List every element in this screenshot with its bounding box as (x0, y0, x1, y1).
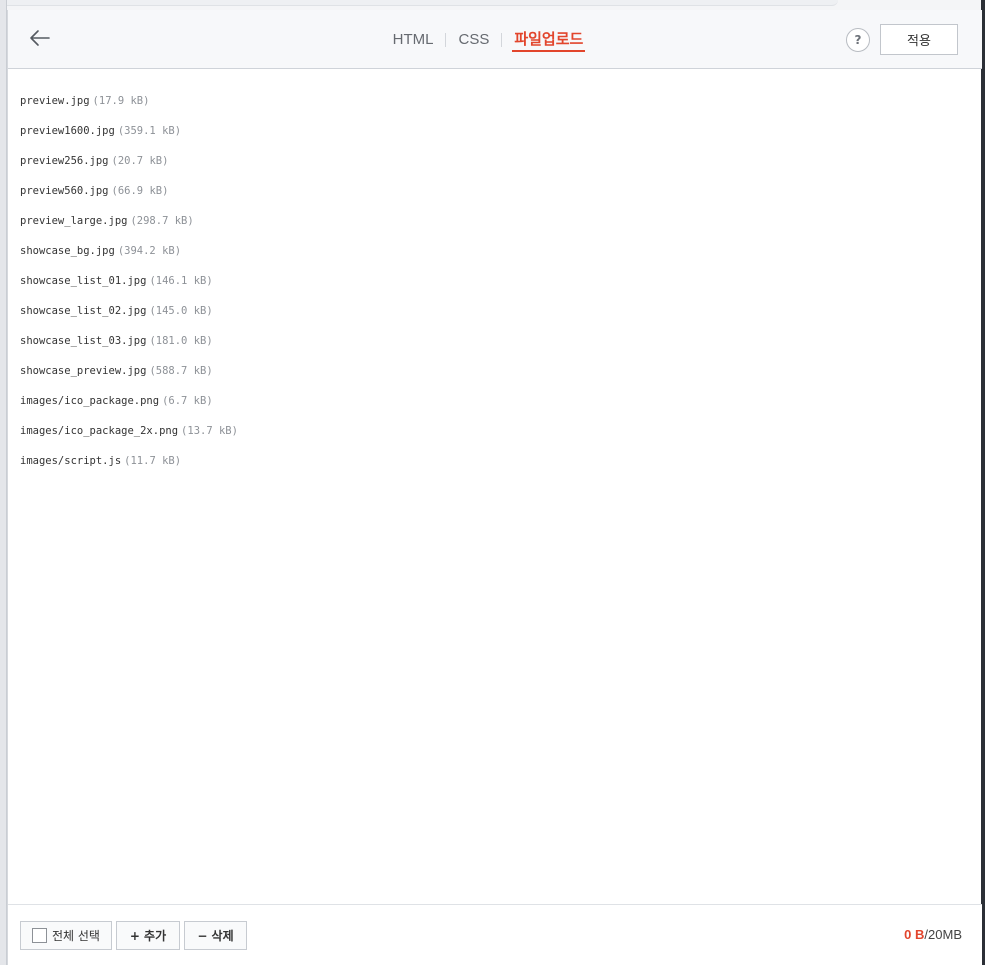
file-size: (17.9 kB) (92, 95, 150, 107)
tab-css[interactable]: CSS (456, 31, 491, 48)
file-row[interactable]: preview256.jpg (20.7 kB) (20, 146, 960, 176)
question-icon: ? (854, 33, 862, 47)
file-size: (20.7 kB) (111, 155, 169, 167)
add-file-button[interactable]: + 추가 (116, 921, 180, 950)
file-row[interactable]: showcase_list_03.jpg (181.0 kB) (20, 326, 960, 356)
right-scrollbar[interactable] (981, 0, 985, 965)
file-name: images/ico_package_2x.png (20, 425, 179, 437)
tab-divider (501, 32, 503, 47)
select-all-button[interactable]: 전체 선택 (20, 921, 112, 950)
file-size: (66.9 kB) (111, 185, 169, 197)
file-row[interactable]: showcase_bg.jpg (394.2 kB) (20, 236, 960, 266)
file-name: showcase_list_03.jpg (20, 335, 147, 347)
file-name: preview560.jpg (20, 185, 109, 197)
file-row[interactable]: showcase_preview.jpg (588.7 kB) (20, 356, 960, 386)
file-size: (181.0 kB) (149, 335, 213, 347)
file-size: (145.0 kB) (149, 305, 213, 317)
tab-file-upload[interactable]: 파일업로드 (512, 28, 586, 52)
left-rail (0, 0, 7, 965)
help-button[interactable]: ? (846, 28, 870, 52)
panel-header: HTML CSS 파일업로드 ? 적용 (8, 10, 982, 69)
storage-used: 0 B (904, 927, 925, 942)
file-size: (6.7 kB) (162, 395, 213, 407)
tab-divider (445, 32, 447, 47)
file-name: showcase_list_02.jpg (20, 305, 147, 317)
file-row[interactable]: images/ico_package.png (6.7 kB) (20, 386, 960, 416)
file-size: (146.1 kB) (149, 275, 213, 287)
file-list: preview.jpg (17.9 kB) preview1600.jpg (359.… (20, 86, 960, 476)
file-name: images/ico_package.png (20, 395, 160, 407)
file-row[interactable]: showcase_list_02.jpg (145.0 kB) (20, 296, 960, 326)
file-row[interactable]: images/script.js (11.7 kB) (20, 446, 960, 476)
file-row[interactable]: preview_large.jpg (298.7 kB) (20, 206, 960, 236)
file-upload-panel: HTML CSS 파일업로드 ? 적용 preview.jpg (17.9 kB)… (7, 10, 982, 965)
file-size: (298.7 kB) (130, 215, 194, 227)
storage-limit: 20MB (928, 927, 962, 942)
storage-quota: 0 B/20MB (904, 927, 962, 942)
select-all-label: 전체 선택 (52, 929, 100, 943)
file-row[interactable]: showcase_list_01.jpg (146.1 kB) (20, 266, 960, 296)
file-name: showcase_list_01.jpg (20, 275, 147, 287)
file-size: (11.7 kB) (124, 455, 182, 467)
file-size: (588.7 kB) (149, 365, 213, 377)
file-name: preview.jpg (20, 95, 90, 107)
select-all-checkbox[interactable] (32, 928, 47, 943)
file-name: preview_large.jpg (20, 215, 128, 227)
file-size: (394.2 kB) (117, 245, 182, 257)
file-name: preview1600.jpg (20, 125, 115, 137)
apply-button[interactable]: 적용 (880, 24, 958, 55)
file-size: (359.1 kB) (117, 125, 182, 137)
file-name: images/script.js (20, 455, 122, 467)
tab-bar: HTML CSS 파일업로드 (8, 10, 982, 69)
top-strip-tab (0, 0, 838, 6)
window-frame: HTML CSS 파일업로드 ? 적용 preview.jpg (17.9 kB)… (0, 0, 985, 965)
delete-file-button[interactable]: − 삭제 (184, 921, 247, 950)
file-row[interactable]: images/ico_package_2x.png (13.7 kB) (20, 416, 960, 446)
file-row[interactable]: preview.jpg (17.9 kB) (20, 86, 960, 116)
file-name: showcase_preview.jpg (20, 365, 147, 377)
file-name: preview256.jpg (20, 155, 109, 167)
file-row[interactable]: preview560.jpg (66.9 kB) (20, 176, 960, 206)
file-size: (13.7 kB) (181, 425, 238, 437)
file-name: showcase_bg.jpg (20, 245, 115, 257)
top-strip (0, 0, 985, 10)
file-row[interactable]: preview1600.jpg (359.1 kB) (20, 116, 960, 146)
panel-footer: 전체 선택 + 추가 − 삭제 0 B/20MB (8, 904, 982, 965)
tab-html[interactable]: HTML (391, 31, 436, 48)
